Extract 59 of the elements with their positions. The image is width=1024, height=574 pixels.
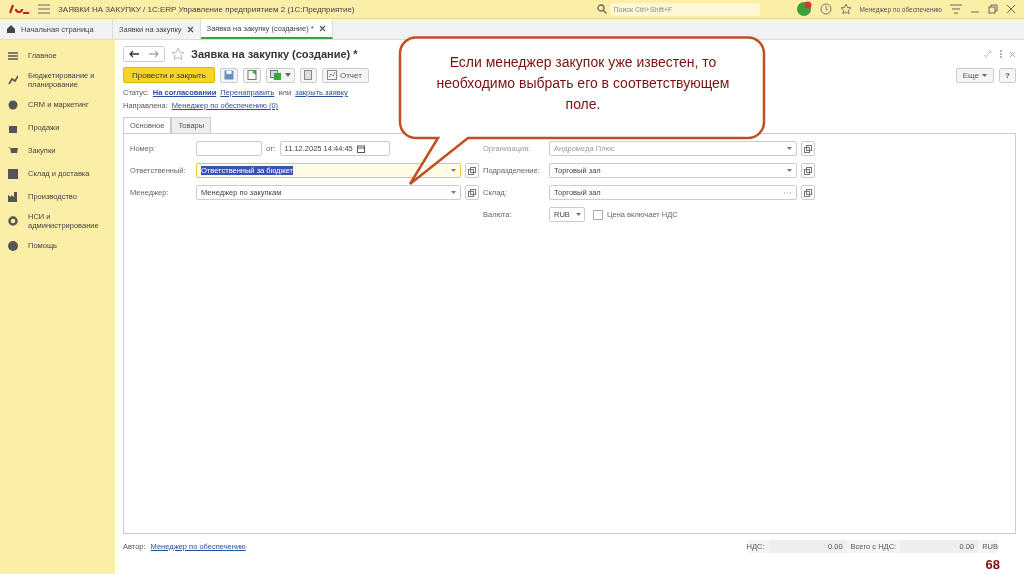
checkbox[interactable] (593, 209, 603, 220)
close-icon[interactable] (1006, 4, 1016, 14)
open-button[interactable] (801, 185, 815, 200)
chart-icon (8, 75, 18, 85)
ellipsis-icon (784, 191, 792, 194)
caret-icon (451, 191, 456, 194)
open-button[interactable] (801, 141, 815, 156)
save-button[interactable] (219, 67, 238, 83)
search-icon (596, 4, 607, 14)
report-icon (326, 70, 337, 80)
form-title: Заявка на закупку (создание) * (191, 48, 358, 60)
link-icon[interactable] (983, 49, 993, 59)
home-icon (6, 24, 16, 34)
help-button[interactable]: ? (999, 67, 1016, 83)
callout-text: Если менеджер закупок уже известен, то необходимо выбрать его в соответствующем поле. (435, 53, 731, 114)
arrow-left-icon (129, 50, 139, 58)
post-and-close-button[interactable]: Провести и закрыть (123, 67, 215, 83)
window-title: ЗАЯВКИ НА ЗАКУПКУ / 1С:ERP Управление предприятием 2 (1С:Предприятие) (58, 4, 355, 14)
link-icon (468, 166, 476, 175)
notification-icon[interactable] (795, 1, 812, 17)
list-icon (304, 70, 313, 80)
link-icon (804, 166, 812, 175)
cart-icon (8, 145, 18, 156)
star-icon[interactable] (839, 3, 852, 15)
close-icon[interactable] (186, 25, 194, 33)
caret-icon (787, 169, 792, 172)
reports-button[interactable]: Отчет (321, 67, 369, 83)
document-icon (246, 70, 257, 80)
history-icon[interactable] (819, 3, 832, 15)
link-icon (468, 188, 476, 197)
caret-icon (787, 147, 792, 150)
more-button[interactable]: Еще (955, 67, 994, 83)
star-icon[interactable] (171, 47, 185, 61)
close-icon[interactable] (318, 24, 326, 32)
floppy-icon (223, 70, 234, 80)
documents-icon (269, 70, 282, 80)
menu-icon (8, 50, 18, 61)
open-button[interactable] (465, 163, 479, 178)
arrow-right-icon (149, 50, 159, 58)
link-icon (804, 144, 812, 153)
caret-icon (284, 73, 291, 77)
more-icon[interactable] (999, 49, 1003, 59)
calendar-icon (356, 144, 365, 153)
restore-icon[interactable] (988, 4, 998, 14)
caret-icon (451, 169, 456, 172)
create-based-on-button[interactable] (265, 67, 295, 83)
logo-icon[interactable] (8, 3, 30, 15)
link-icon (804, 188, 812, 197)
factory-icon (8, 191, 18, 202)
document-button[interactable] (242, 67, 261, 83)
caret-icon (575, 213, 581, 216)
number-field[interactable] (196, 141, 262, 156)
menu-icon[interactable] (38, 4, 50, 14)
open-button[interactable] (801, 163, 815, 178)
settings-lines-icon[interactable] (950, 4, 962, 14)
open-button[interactable] (465, 185, 479, 200)
slide-number: 68 (985, 557, 1000, 572)
caret-icon (982, 73, 987, 77)
print-button[interactable] (299, 67, 317, 83)
